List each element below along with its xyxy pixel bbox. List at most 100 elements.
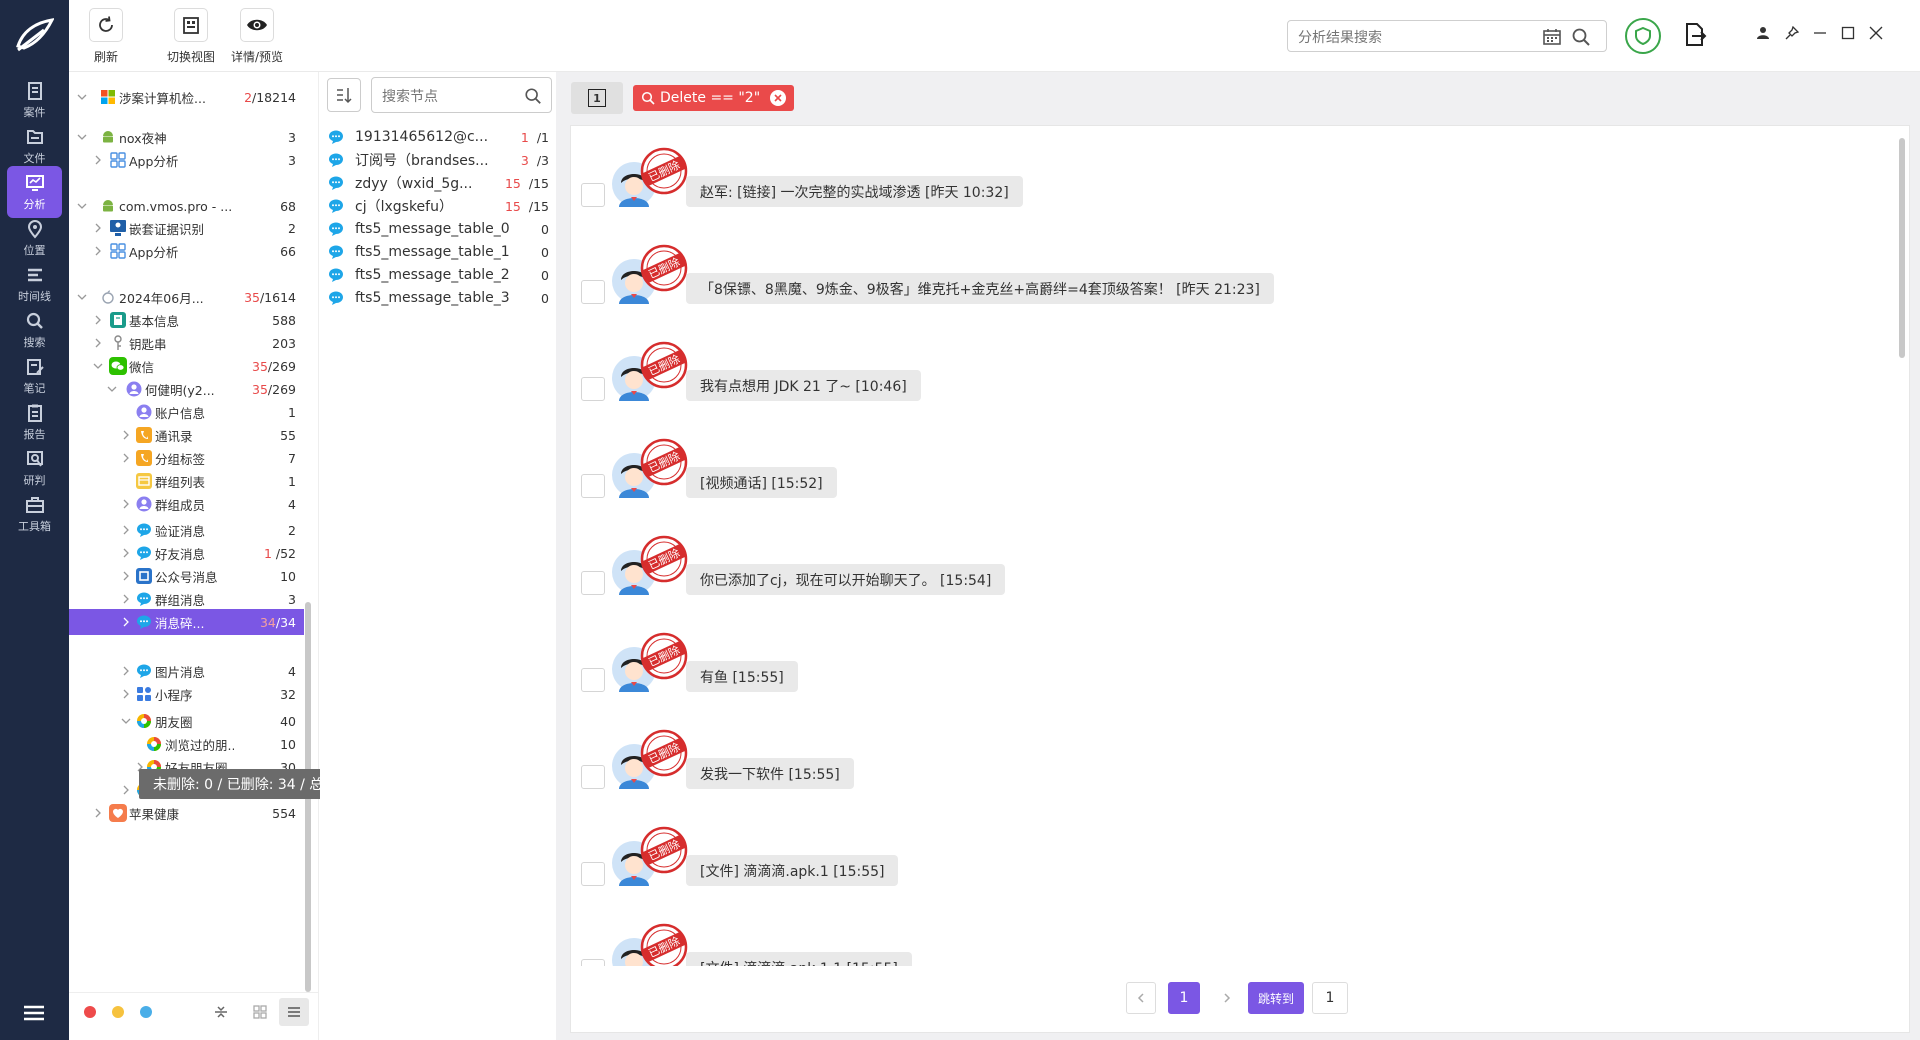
- tree-node[interactable]: 群组成员 4: [69, 491, 304, 517]
- red-dot[interactable]: [84, 1006, 96, 1018]
- message-bubble[interactable]: 发我一下软件 [15:55]: [686, 758, 854, 789]
- message-row: 已删除 发我一下软件 [15:55]: [581, 728, 1881, 818]
- message-checkbox[interactable]: [581, 183, 605, 207]
- chevron-right-icon[interactable]: [121, 453, 131, 463]
- nav-search[interactable]: 搜索: [7, 304, 62, 356]
- menu-icon[interactable]: [22, 1003, 46, 1023]
- nav-file[interactable]: 文件: [7, 120, 62, 172]
- nav-note[interactable]: 笔记: [7, 350, 62, 402]
- message-bubble[interactable]: 赵军: [链接] 一次完整的实战域渗透 [昨天 10:32]: [686, 176, 1023, 207]
- tree-node[interactable]: 小程序 32: [69, 681, 304, 707]
- chevron-right-icon[interactable]: [121, 689, 131, 699]
- jump-to-button[interactable]: 跳转到: [1248, 982, 1304, 1014]
- prev-page-button[interactable]: [1126, 982, 1156, 1014]
- nav-timeline[interactable]: 时间线: [7, 258, 62, 310]
- chevron-right-icon[interactable]: [93, 338, 103, 348]
- message-bubble[interactable]: [文件] 滴滴滴.apk.1 [15:55]: [686, 855, 899, 886]
- message-bubble[interactable]: [文件] 滴滴滴.apk.1.1 [15:55]: [686, 952, 912, 966]
- close-icon[interactable]: [1867, 24, 1885, 42]
- node-list-item[interactable]: fts5_message_table_3 0: [327, 285, 549, 311]
- chevron-down-icon[interactable]: [77, 92, 87, 102]
- message-checkbox[interactable]: [581, 571, 605, 595]
- chevron-down-icon[interactable]: [121, 716, 131, 726]
- chevron-down-icon[interactable]: [93, 361, 103, 371]
- sort-button[interactable]: [327, 78, 361, 112]
- shield-check-button[interactable]: [1625, 18, 1661, 54]
- filter-remove-icon[interactable]: [770, 90, 787, 106]
- message-checkbox[interactable]: [581, 765, 605, 789]
- nav-label: 研判: [23, 473, 46, 487]
- chevron-down-icon[interactable]: [77, 201, 87, 211]
- list-view-button[interactable]: [279, 998, 309, 1026]
- node-search-input[interactable]: [382, 86, 512, 106]
- grid-view-icon[interactable]: [252, 1004, 268, 1020]
- chevron-right-icon[interactable]: [93, 246, 103, 256]
- tree-node[interactable]: App分析 3: [69, 147, 304, 173]
- nav-toolbox[interactable]: 工具箱: [7, 488, 62, 540]
- current-page[interactable]: 1: [1168, 982, 1200, 1014]
- chevron-right-icon[interactable]: [93, 315, 103, 325]
- search-icon[interactable]: [524, 87, 542, 105]
- chevron-down-icon[interactable]: [77, 132, 87, 142]
- chevron-right-icon[interactable]: [121, 499, 131, 509]
- blue-dot[interactable]: [140, 1006, 152, 1018]
- pin-icon[interactable]: [1783, 24, 1801, 42]
- tree-node-count: 35/1614: [244, 290, 296, 305]
- filter-tag[interactable]: Delete == "2": [633, 85, 795, 111]
- chevron-down-icon[interactable]: [77, 292, 87, 302]
- analysis-icon: [25, 174, 44, 191]
- chevron-down-icon[interactable]: [107, 384, 117, 394]
- message-bubble[interactable]: 我有点想用 JDK 21 了~ [10:46]: [686, 370, 921, 401]
- chevron-right-icon[interactable]: [121, 571, 131, 581]
- maximize-icon[interactable]: [1839, 24, 1857, 42]
- message-checkbox[interactable]: [581, 862, 605, 886]
- nav-report[interactable]: 报告: [7, 396, 62, 448]
- details-preview-label: 详情/预览: [230, 50, 284, 64]
- nav-case[interactable]: 案件: [7, 74, 62, 126]
- user-icon[interactable]: [1754, 24, 1772, 42]
- next-page-button[interactable]: [1212, 982, 1242, 1014]
- analysis-search-input[interactable]: [1298, 27, 1528, 47]
- chevron-right-icon[interactable]: [121, 617, 131, 627]
- chevron-right-icon[interactable]: [121, 785, 131, 795]
- message-bubble[interactable]: 有鱼 [15:55]: [686, 661, 798, 692]
- message-scrollbar[interactable]: [1899, 138, 1905, 358]
- nav-location[interactable]: 位置: [7, 212, 62, 264]
- message-checkbox[interactable]: [581, 280, 605, 304]
- tree-node[interactable]: 涉案计算机检... 2/18214: [69, 84, 304, 110]
- chevron-right-icon[interactable]: [121, 430, 131, 440]
- chevron-right-icon[interactable]: [121, 548, 131, 558]
- message-bubble[interactable]: 你已添加了cj，现在可以开始聊天了。 [15:54]: [686, 564, 1006, 595]
- node-search-box[interactable]: [371, 77, 552, 113]
- chevron-right-icon[interactable]: [121, 525, 131, 535]
- export-icon[interactable]: [1683, 22, 1707, 48]
- refresh-button[interactable]: 刷新: [89, 8, 123, 65]
- chevron-right-icon[interactable]: [93, 155, 103, 165]
- yellow-dot[interactable]: [112, 1006, 124, 1018]
- collapse-icon[interactable]: [213, 1004, 229, 1020]
- message-checkbox[interactable]: [581, 668, 605, 692]
- analysis-search-box[interactable]: [1287, 20, 1607, 52]
- chevron-right-icon[interactable]: [93, 808, 103, 818]
- chevron-right-icon[interactable]: [93, 223, 103, 233]
- tree-node[interactable]: App分析 66: [69, 238, 304, 264]
- message-bubble[interactable]: 「8保镖、8黑魔、9炼金、9极客」维克托+金克丝+高爵绊=4套顶级答案！ [昨天…: [686, 273, 1274, 304]
- nav-analysis[interactable]: 分析: [7, 166, 62, 218]
- message-checkbox[interactable]: [581, 377, 605, 401]
- chevron-right-icon[interactable]: [121, 666, 131, 676]
- tree-node-count: 68: [280, 199, 296, 214]
- tree-node[interactable]: 消息碎... 34/34: [69, 609, 304, 635]
- details-preview-button[interactable]: 详情/预览: [207, 8, 307, 65]
- tree-node[interactable]: 苹果健康 554: [69, 800, 304, 826]
- message-checkbox[interactable]: [581, 474, 605, 498]
- jump-page-input[interactable]: 1: [1312, 982, 1348, 1014]
- message-checkbox[interactable]: [581, 959, 605, 966]
- message-bubble[interactable]: [视频通话] [15:52]: [686, 467, 837, 498]
- tree-node-label: 账户信息: [155, 405, 206, 421]
- minimize-icon[interactable]: [1811, 24, 1829, 42]
- chevron-right-icon[interactable]: [121, 594, 131, 604]
- filter-toggle-button[interactable]: 1: [571, 82, 623, 114]
- nav-judge[interactable]: 研判: [7, 442, 62, 494]
- calendar-icon[interactable]: [1542, 27, 1562, 47]
- search-icon[interactable]: [1571, 27, 1591, 47]
